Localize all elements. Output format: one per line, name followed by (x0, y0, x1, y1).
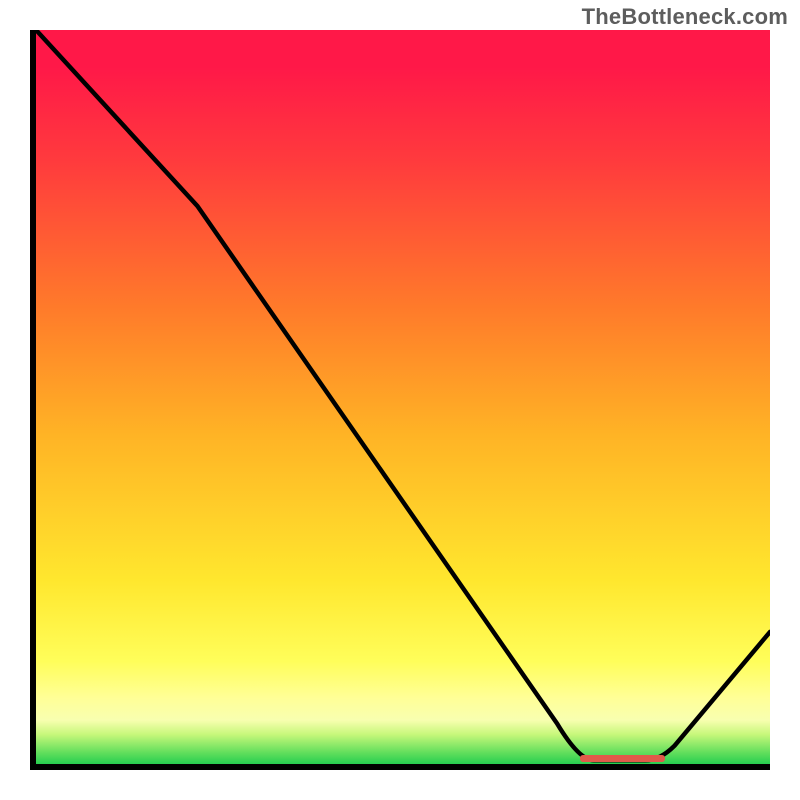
bottleneck-chart: TheBottleneck.com (0, 0, 800, 800)
attribution-text: TheBottleneck.com (582, 4, 788, 30)
bottleneck-curve (36, 30, 770, 764)
curve-path (36, 30, 770, 760)
plot-area (30, 30, 770, 770)
trough-marker (580, 755, 665, 762)
